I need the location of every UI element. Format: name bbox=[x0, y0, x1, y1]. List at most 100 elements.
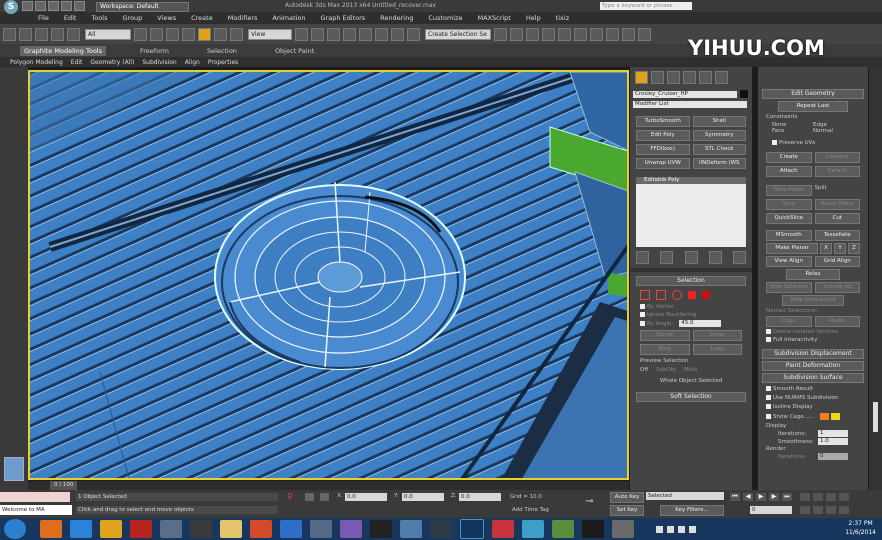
flag-icon[interactable] bbox=[667, 525, 674, 533]
field-of-view-icon[interactable] bbox=[800, 506, 810, 514]
menu-modifiers[interactable]: Modifiers bbox=[228, 14, 258, 22]
edit-poly-button[interactable]: Edit Poly bbox=[636, 130, 690, 141]
viewport-thumbnail[interactable] bbox=[4, 457, 24, 481]
border-icon[interactable] bbox=[672, 290, 682, 300]
spinner-snap-icon[interactable] bbox=[391, 27, 404, 41]
cage-selection-color-swatch[interactable] bbox=[831, 413, 841, 420]
menu-customize[interactable]: Customize bbox=[428, 14, 462, 22]
angle-field[interactable]: 45.0 bbox=[679, 320, 722, 327]
show-cage-label[interactable]: Show Cage...... bbox=[773, 414, 814, 420]
panel-edit[interactable]: Edit bbox=[71, 59, 83, 66]
object-color-swatch[interactable] bbox=[740, 90, 748, 98]
stl-check-button[interactable]: STL Check bbox=[692, 144, 746, 155]
play-icon[interactable]: ▶ bbox=[756, 493, 766, 501]
create-button[interactable]: Create bbox=[766, 152, 812, 163]
pan-icon[interactable] bbox=[813, 506, 823, 514]
hide-unselected-button[interactable]: Hide Unselected bbox=[782, 295, 844, 306]
relax-button[interactable]: Relax bbox=[786, 269, 840, 280]
repeat-last-button[interactable]: Repeat Last bbox=[778, 101, 848, 112]
workspace-dropdown[interactable]: Workspace: Default bbox=[96, 2, 189, 12]
delete-isolated-label[interactable]: Delete Isolated Vertices bbox=[773, 329, 838, 335]
preview-multi-radio[interactable]: Multi bbox=[684, 367, 697, 373]
edit-named-selection-icon[interactable] bbox=[407, 27, 420, 41]
new-icon[interactable] bbox=[22, 1, 33, 11]
reset-plane-button[interactable]: Reset Plane bbox=[814, 199, 860, 210]
zoom-all-icon[interactable] bbox=[813, 493, 823, 501]
planar-z-button[interactable]: Z bbox=[848, 243, 860, 254]
planar-x-button[interactable]: X bbox=[820, 243, 832, 254]
maxscript-listener[interactable] bbox=[0, 492, 70, 502]
app-icon-2[interactable] bbox=[190, 520, 212, 538]
symmetry-button[interactable]: Symmetry bbox=[692, 130, 746, 141]
app-icon-4[interactable] bbox=[340, 520, 362, 538]
mirror-icon[interactable] bbox=[494, 27, 507, 41]
tessellate-button[interactable]: Tessellate bbox=[814, 230, 860, 241]
cage-color-swatch[interactable] bbox=[820, 413, 830, 420]
curve-editor-icon[interactable] bbox=[558, 27, 571, 41]
isolate-toggle-icon[interactable] bbox=[305, 493, 314, 501]
pin-stack-icon[interactable] bbox=[636, 251, 649, 264]
lock-selection-icon[interactable]: ⚲ bbox=[287, 493, 294, 501]
menu-tixiz[interactable]: tixiz bbox=[556, 14, 569, 22]
menu-create[interactable]: Create bbox=[191, 14, 213, 22]
grow-button[interactable]: Grow bbox=[692, 330, 742, 341]
quickslice-button[interactable]: QuickSlice bbox=[766, 213, 812, 224]
vertex-icon[interactable] bbox=[640, 290, 650, 300]
polygon-icon[interactable] bbox=[688, 291, 696, 299]
menu-edit[interactable]: Edit bbox=[64, 14, 77, 22]
select-and-scale-icon[interactable] bbox=[230, 27, 243, 41]
unlink-icon[interactable] bbox=[51, 27, 64, 41]
utilities-tab-icon[interactable] bbox=[715, 71, 728, 84]
panel-geometry-all[interactable]: Geometry (All) bbox=[90, 59, 134, 66]
stack-item-editable-poly[interactable]: Editable Poly bbox=[636, 177, 746, 184]
absolute-mode-icon[interactable] bbox=[320, 493, 329, 501]
rendered-frame-window-icon[interactable] bbox=[622, 27, 635, 41]
redo-icon[interactable] bbox=[74, 1, 85, 11]
file-explorer-icon[interactable] bbox=[220, 520, 242, 538]
taskbar-clock[interactable]: 2:37 PM 11/6/2014 bbox=[845, 519, 876, 537]
menu-maxscript[interactable]: MAXScript bbox=[478, 14, 511, 22]
menu-file[interactable]: File bbox=[38, 14, 49, 22]
hide-selected-button[interactable]: Hide Selected bbox=[766, 282, 812, 293]
graphite-toggle-icon[interactable] bbox=[542, 27, 555, 41]
subdivision-displacement-header[interactable]: Subdivision Displacement bbox=[762, 349, 864, 359]
remove-modifier-icon[interactable] bbox=[708, 251, 722, 264]
link-icon[interactable] bbox=[35, 27, 48, 41]
create-tab-icon[interactable] bbox=[635, 71, 648, 84]
shell-button[interactable]: Shell bbox=[692, 116, 746, 127]
render-iterations-field[interactable]: 0 bbox=[818, 453, 848, 460]
key-icon[interactable]: ⊸ bbox=[585, 496, 593, 507]
mesh-render[interactable] bbox=[30, 72, 629, 480]
app-icon-9[interactable] bbox=[522, 520, 544, 538]
align-icon[interactable] bbox=[510, 27, 523, 41]
menu-tools[interactable]: Tools bbox=[91, 14, 107, 22]
schematic-view-icon[interactable] bbox=[574, 27, 587, 41]
msmooth-button[interactable]: MSmooth bbox=[766, 230, 812, 241]
rectangular-selection-icon[interactable] bbox=[166, 27, 179, 41]
filezilla-icon[interactable] bbox=[130, 520, 152, 538]
app-icon-1[interactable] bbox=[160, 520, 182, 538]
turbosmooth-button[interactable]: TurboSmooth bbox=[636, 116, 690, 127]
render-setup-icon[interactable] bbox=[606, 27, 619, 41]
internet-explorer-icon[interactable] bbox=[70, 520, 92, 538]
set-key-button[interactable]: Set Key bbox=[610, 505, 644, 516]
key-filters-button[interactable]: Key Filters... bbox=[660, 505, 724, 516]
modifier-stack[interactable]: Editable Poly bbox=[636, 177, 746, 247]
select-object-icon[interactable] bbox=[134, 27, 147, 41]
object-name-field[interactable]: Crosley_Cruiser_HP bbox=[633, 90, 737, 98]
zoom-extents-icon[interactable] bbox=[826, 493, 836, 501]
undo-icon[interactable] bbox=[3, 27, 16, 41]
selection-filter-dropdown[interactable]: All bbox=[85, 28, 131, 40]
constraint-normal-radio[interactable]: Normal bbox=[813, 128, 854, 134]
orbit-icon[interactable] bbox=[826, 506, 836, 514]
select-and-rotate-icon[interactable] bbox=[214, 27, 227, 41]
panel-properties[interactable]: Properties bbox=[208, 59, 238, 66]
save-icon[interactable] bbox=[48, 1, 59, 11]
loop-button[interactable]: Loop bbox=[692, 344, 742, 355]
app-icon-5[interactable] bbox=[370, 520, 392, 538]
select-and-manipulate-icon[interactable] bbox=[311, 27, 324, 41]
chrome-icon[interactable] bbox=[100, 520, 122, 538]
reference-coordinate-dropdown[interactable]: View bbox=[248, 28, 292, 40]
tab-freeform[interactable]: Freeform bbox=[136, 46, 173, 56]
percent-snap-icon[interactable] bbox=[375, 27, 388, 41]
